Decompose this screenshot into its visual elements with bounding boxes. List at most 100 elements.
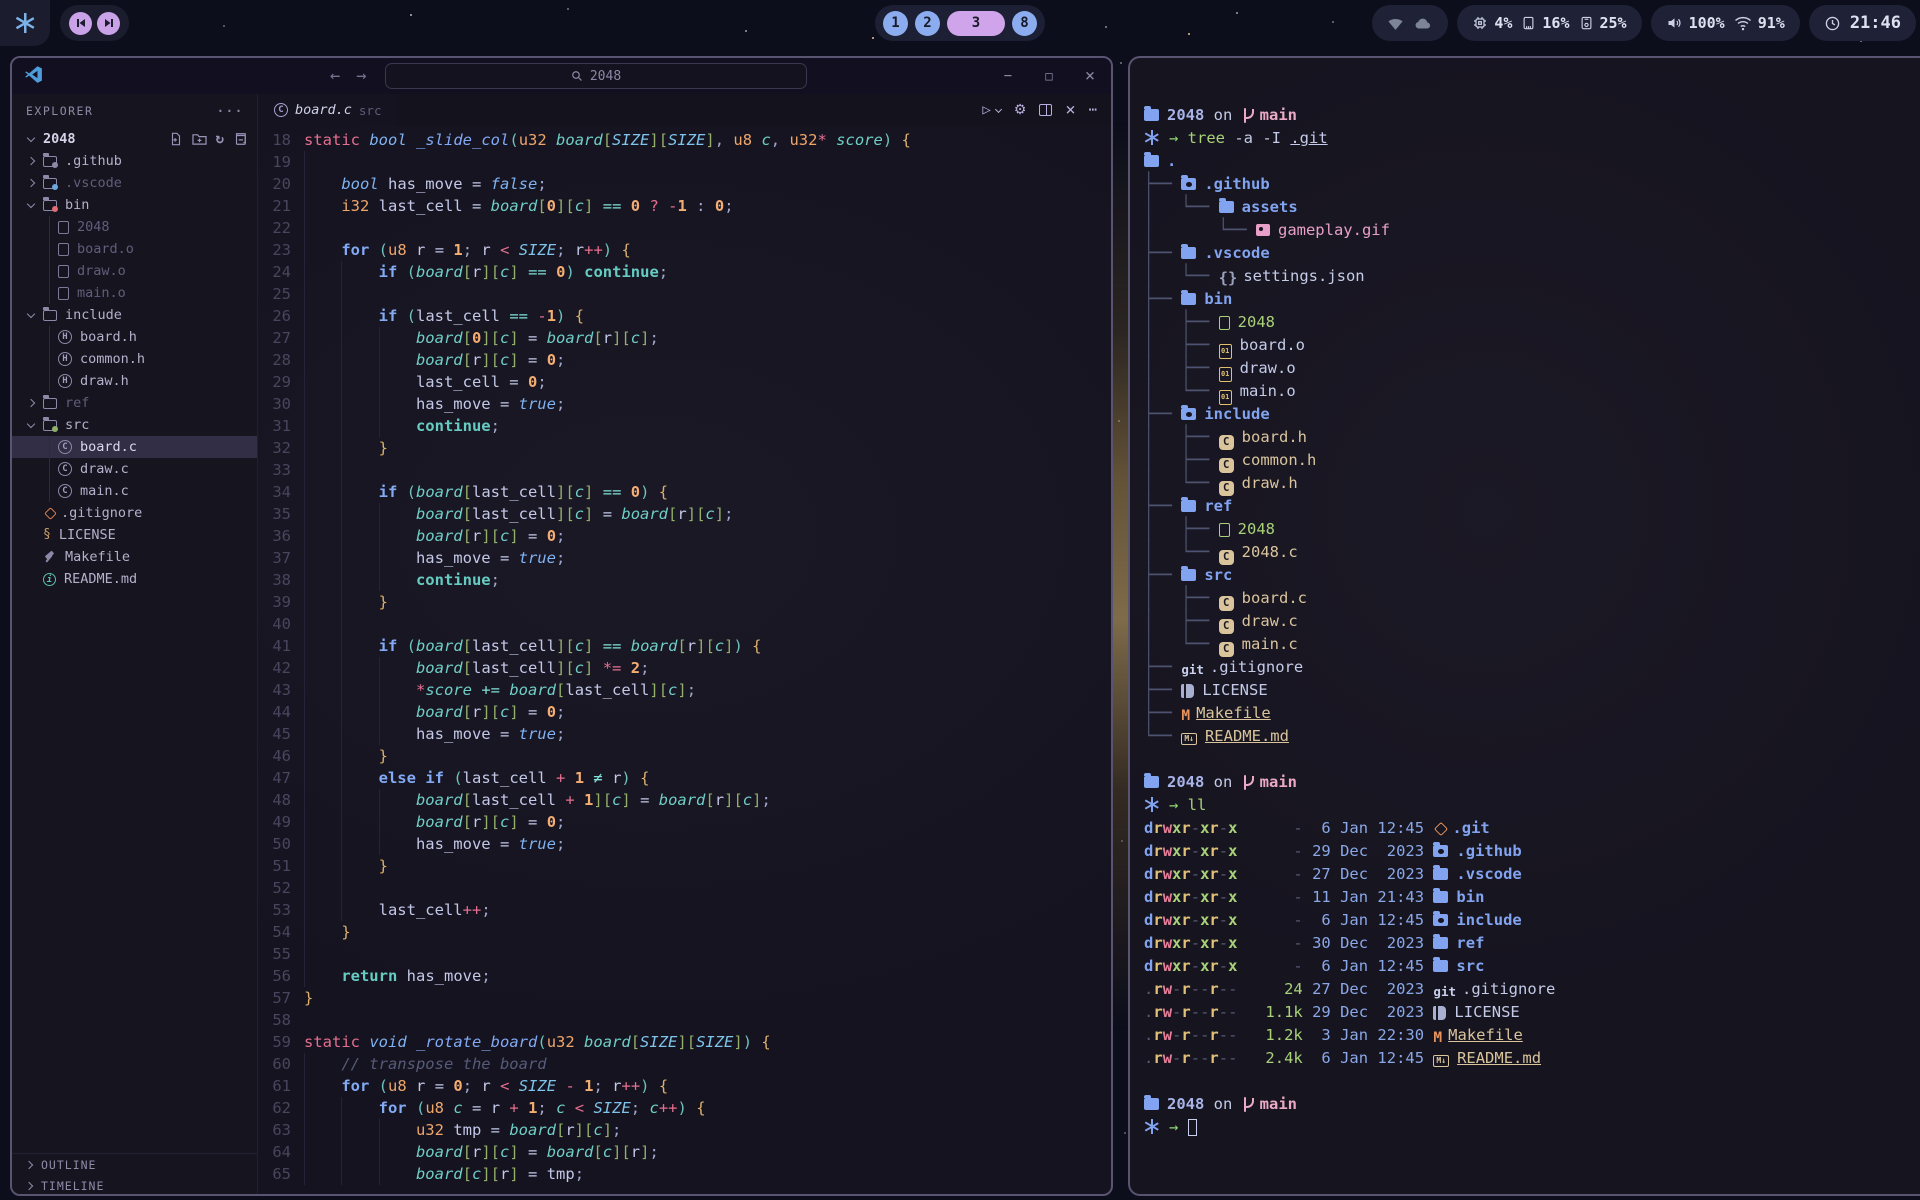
- explorer-item-draw.o[interactable]: draw.o: [12, 260, 257, 282]
- explorer-item-include[interactable]: include: [12, 304, 257, 326]
- snow-icon: [1144, 797, 1159, 812]
- explorer-item-ref[interactable]: ref: [12, 392, 257, 414]
- terminal-line: │ ├── Cboard.h: [1144, 426, 1920, 449]
- close-button[interactable]: ×: [1083, 66, 1097, 86]
- tab-board-c[interactable]: C board.c src: [258, 94, 397, 126]
- explorer-item-.gitignore[interactable]: .gitignore: [12, 502, 257, 524]
- clock-pill[interactable]: 21:46: [1809, 5, 1916, 41]
- line-number: 50: [258, 833, 291, 855]
- top-bar: 1238 4% 16% 25% 100% 91% 21:46: [0, 0, 1920, 46]
- explorer-item-bin[interactable]: bin: [12, 194, 257, 216]
- media-next-button[interactable]: [97, 12, 120, 35]
- code-line: }: [304, 987, 1111, 1009]
- file-label: .github: [65, 153, 122, 169]
- code-area[interactable]: 1819202122232425262728293031323334353637…: [258, 126, 1111, 1196]
- terminal-line: →: [1144, 1116, 1920, 1139]
- file-label: Makefile: [65, 549, 130, 565]
- branch-icon: [1242, 1097, 1254, 1112]
- refresh-icon[interactable]: ↻: [216, 132, 224, 146]
- line-number: 60: [258, 1053, 291, 1075]
- line-number: 31: [258, 415, 291, 437]
- nav-forward-button[interactable]: →: [356, 66, 366, 86]
- explorer-item-.vscode[interactable]: .vscode: [12, 172, 257, 194]
- explorer-item-main.c[interactable]: Cmain.c: [12, 480, 257, 502]
- explorer-root-folder[interactable]: 2048 ↻: [12, 128, 257, 150]
- folder-icon: [1433, 891, 1448, 903]
- minimize-button[interactable]: −: [1001, 68, 1015, 84]
- line-number: 42: [258, 657, 291, 679]
- cbadge-icon: C: [58, 462, 72, 476]
- chevron-right-icon: [27, 399, 35, 407]
- connectivity-pill[interactable]: [1372, 5, 1448, 41]
- cloud-icon: [1413, 16, 1433, 30]
- editor-more-icon[interactable]: ⋯: [1089, 102, 1097, 118]
- line-number: 61: [258, 1075, 291, 1097]
- command-search-box[interactable]: 2048: [385, 63, 807, 89]
- explorer-item-common.h[interactable]: Hcommon.h: [12, 348, 257, 370]
- explorer-item-Makefile[interactable]: Makefile: [12, 546, 257, 568]
- folder-icon: [1219, 201, 1234, 213]
- explorer-item-.github[interactable]: .github: [12, 150, 257, 172]
- settings-gear-icon[interactable]: ⚙: [1014, 102, 1027, 118]
- workspace-8[interactable]: 8: [1012, 11, 1037, 36]
- code-line: [304, 613, 1111, 635]
- explorer-item-LICENSE[interactable]: §LICENSE: [12, 524, 257, 546]
- nav-back-button[interactable]: ←: [330, 66, 340, 86]
- explorer-item-board.c[interactable]: Cboard.c: [12, 436, 257, 458]
- explorer-item-draw.h[interactable]: Hdraw.h: [12, 370, 257, 392]
- explorer-item-main.o[interactable]: main.o: [12, 282, 257, 304]
- explorer-item-2048[interactable]: 2048: [12, 216, 257, 238]
- workspace-3[interactable]: 3: [947, 11, 1005, 36]
- line-number: 21: [258, 195, 291, 217]
- explorer-item-README.md[interactable]: iREADME.md: [12, 568, 257, 590]
- file-icon: [1219, 523, 1230, 537]
- hbadge-icon: H: [58, 374, 72, 388]
- new-folder-icon[interactable]: [192, 132, 207, 146]
- launcher-button[interactable]: [0, 0, 50, 46]
- close-editor-icon[interactable]: ×: [1065, 100, 1075, 120]
- file-label: include: [65, 307, 122, 323]
- m-icon: M: [1433, 1027, 1442, 1050]
- explorer-item-board.o[interactable]: board.o: [12, 238, 257, 260]
- md-icon: M↓: [1433, 1055, 1449, 1067]
- workspace-1[interactable]: 1: [883, 11, 908, 36]
- code-line: board[r][c] = 0;: [304, 811, 1111, 833]
- editor-titlebar[interactable]: ← → 2048 − □ ×: [12, 58, 1111, 94]
- code-line: }: [304, 591, 1111, 613]
- code-line: continue;: [304, 569, 1111, 591]
- workspace-2[interactable]: 2: [915, 11, 940, 36]
- collapse-all-icon[interactable]: [233, 132, 247, 146]
- terminal-line: drwxr-xr-x - 11 Jan 21:43 bin: [1144, 886, 1920, 909]
- explorer-item-draw.c[interactable]: Cdraw.c: [12, 458, 257, 480]
- explorer-more-icon[interactable]: ···: [216, 102, 243, 120]
- cpu-icon: [1472, 15, 1488, 31]
- folder-icon: [43, 398, 57, 409]
- new-file-icon[interactable]: [169, 132, 183, 146]
- terminal-line: │ ├── Ccommon.h: [1144, 449, 1920, 472]
- split-editor-icon[interactable]: [1039, 104, 1052, 116]
- snow-icon: [1144, 1119, 1159, 1134]
- terminal-line: │ └── 01main.o: [1144, 380, 1920, 403]
- timeline-panel[interactable]: TIMELINE: [12, 1175, 257, 1196]
- terminal-window[interactable]: 2048 on main→ tree -a -I .git.├── .githu…: [1128, 56, 1920, 1196]
- license-icon: §: [43, 528, 51, 541]
- media-prev-button[interactable]: [69, 12, 92, 35]
- snow-icon: [1144, 130, 1159, 145]
- terminal-line: → ll: [1144, 794, 1920, 817]
- line-number: 64: [258, 1141, 291, 1163]
- explorer-item-board.h[interactable]: Hboard.h: [12, 326, 257, 348]
- run-button[interactable]: ▷: [982, 102, 990, 118]
- cb-icon: C: [1219, 596, 1234, 611]
- maximize-button[interactable]: □: [1042, 69, 1056, 83]
- code-line: for (u8 r = 1; r < SIZE; r++) {: [304, 239, 1111, 261]
- terminal-line: 2048 on main: [1144, 104, 1920, 127]
- run-dropdown-icon[interactable]: [995, 105, 1002, 112]
- terminal-line: │ └── {}settings.json: [1144, 265, 1920, 288]
- outline-panel[interactable]: OUTLINE: [12, 1154, 257, 1175]
- code-line: else if (last_cell + 1 ≠ r) {: [304, 767, 1111, 789]
- volume-network-pill[interactable]: 100% 91%: [1651, 5, 1800, 41]
- chevron-right-icon: [25, 1181, 33, 1189]
- explorer-item-src[interactable]: src: [12, 414, 257, 436]
- disk-usage: 25%: [1600, 14, 1627, 32]
- code-line: [304, 943, 1111, 965]
